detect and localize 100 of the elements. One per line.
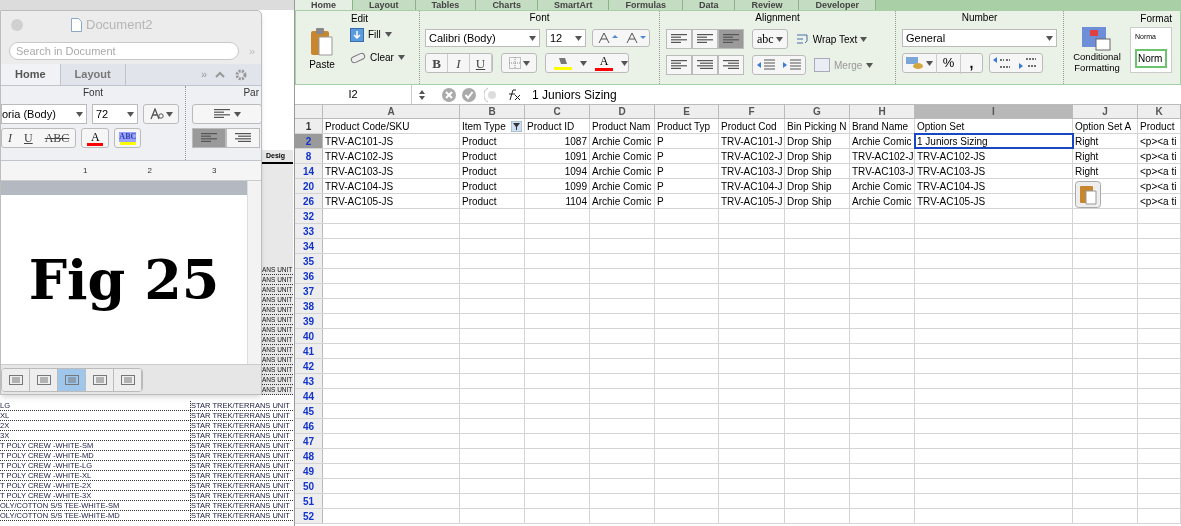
group-label: Format: [1139, 12, 1172, 26]
format-button[interactable]: ABC: [38, 129, 76, 147]
cancel-icon[interactable]: [442, 87, 456, 102]
align-button[interactable]: [666, 55, 692, 75]
row-header[interactable]: 52: [295, 509, 323, 523]
row-header[interactable]: 50: [295, 479, 323, 493]
column-header[interactable]: G: [785, 105, 850, 118]
table-cell-text: Right: [1075, 164, 1099, 179]
font-size-field[interactable]: 12: [546, 29, 586, 47]
font-name-field[interactable]: Calibri (Body): [425, 29, 540, 47]
row-header[interactable]: 20: [295, 179, 323, 193]
column-header[interactable]: K: [1138, 105, 1181, 118]
gear-icon[interactable]: [235, 68, 247, 81]
row-header[interactable]: 48: [295, 449, 323, 463]
align-button[interactable]: [718, 55, 744, 75]
percent-button[interactable]: %: [936, 53, 960, 73]
number-format-field[interactable]: General: [902, 29, 1057, 47]
view-icon: [64, 374, 79, 385]
format-button[interactable]: U: [18, 129, 39, 147]
view-button[interactable]: [114, 368, 142, 391]
stepper-icon[interactable]: [418, 88, 426, 101]
view-button[interactable]: [30, 368, 58, 391]
align-lines-icon: [201, 133, 217, 143]
name-box[interactable]: I2: [295, 85, 412, 104]
comma-button[interactable]: ,: [960, 52, 982, 74]
search-field[interactable]: Search in Document: [9, 42, 239, 60]
paste-button[interactable]: Paste: [300, 27, 344, 72]
row-header[interactable]: 35: [295, 254, 323, 268]
row-header[interactable]: 39: [295, 314, 323, 328]
row-header[interactable]: 1: [295, 119, 323, 133]
conditional-formatting-button[interactable]: Conditional Formatting: [1068, 27, 1126, 73]
row-header[interactable]: 45: [295, 404, 323, 418]
row-header[interactable]: 49: [295, 464, 323, 478]
align-button[interactable]: [226, 128, 260, 148]
column-header[interactable]: F: [719, 105, 785, 118]
fill-button[interactable]: Fill: [350, 27, 405, 42]
view-button[interactable]: [86, 368, 114, 391]
column-header[interactable]: E: [655, 105, 719, 118]
row-header[interactable]: 47: [295, 434, 323, 448]
table-cell-text: 1104: [565, 194, 587, 209]
row-header[interactable]: 46: [295, 419, 323, 433]
row-header[interactable]: 26: [295, 194, 323, 208]
format-button[interactable]: I: [448, 54, 470, 72]
paste-options-icon[interactable]: [1075, 181, 1101, 208]
row-header[interactable]: 8: [295, 149, 323, 163]
currency-button[interactable]: [903, 56, 936, 70]
column-header[interactable]: I: [915, 105, 1073, 118]
column-header[interactable]: A: [323, 105, 460, 118]
align-button[interactable]: [692, 29, 718, 49]
table-cell-text: <p><a ti: [1140, 164, 1177, 179]
table-cell-text: 1091: [564, 149, 587, 164]
row-header[interactable]: 41: [295, 344, 323, 358]
vertical-scrollbar[interactable]: [247, 181, 261, 364]
font-color-button[interactable]: A: [81, 128, 110, 148]
highlight-button[interactable]: ABC: [114, 128, 142, 148]
change-case-icon[interactable]: [143, 104, 179, 124]
wrap-text-button[interactable]: Wrap Text: [795, 31, 868, 47]
ribbon-tab[interactable]: Home: [1, 64, 61, 85]
ribbon-tab[interactable]: Layout: [60, 64, 126, 85]
row-header[interactable]: 44: [295, 389, 323, 403]
row-header[interactable]: 32: [295, 209, 323, 223]
row-header[interactable]: 37: [295, 284, 323, 298]
row-header[interactable]: 38: [295, 299, 323, 313]
filter-icon[interactable]: [511, 121, 522, 132]
format-button[interactable]: I: [2, 129, 18, 147]
row-header[interactable]: 42: [295, 359, 323, 373]
align-button[interactable]: [692, 55, 718, 75]
column-header[interactable]: D: [590, 105, 655, 118]
row-header[interactable]: 40: [295, 329, 323, 343]
column-header[interactable]: J: [1073, 105, 1138, 118]
row-header[interactable]: 14: [295, 164, 323, 178]
orientation-button[interactable]: abc: [752, 29, 788, 49]
clear-button[interactable]: Clear: [350, 50, 405, 65]
row-header[interactable]: 34: [295, 239, 323, 253]
align-button[interactable]: [718, 29, 744, 49]
formula-text[interactable]: 1 Juniors Sizing: [532, 85, 617, 104]
view-button[interactable]: [2, 368, 30, 391]
row-header[interactable]: 33: [295, 224, 323, 238]
align-button[interactable]: [666, 29, 692, 49]
view-button[interactable]: [58, 368, 86, 391]
confirm-icon[interactable]: [462, 87, 476, 102]
table-cell-text: <p><a ti: [1140, 149, 1177, 164]
borders-button[interactable]: [501, 53, 537, 73]
row-header[interactable]: 51: [295, 494, 323, 508]
column-header[interactable]: C: [525, 105, 590, 118]
caret-icon: [580, 60, 587, 66]
wrap-text-icon: [795, 33, 810, 45]
format-button[interactable]: U: [470, 54, 492, 72]
font-size-field[interactable]: 72: [92, 104, 138, 124]
align-button[interactable]: [192, 128, 226, 148]
font-name-field[interactable]: oria (Body): [1, 104, 87, 124]
format-button[interactable]: B: [426, 54, 448, 72]
list-buttons[interactable]: [192, 104, 261, 124]
chevron-up-icon[interactable]: [215, 71, 225, 78]
cell-style[interactable]: Norm: [1135, 48, 1167, 68]
column-header[interactable]: B: [460, 105, 525, 118]
table-cell-text: Drop Ship: [787, 134, 832, 149]
row-header[interactable]: 43: [295, 374, 323, 388]
row-header[interactable]: 36: [295, 269, 323, 283]
function-icon[interactable]: [484, 86, 522, 103]
